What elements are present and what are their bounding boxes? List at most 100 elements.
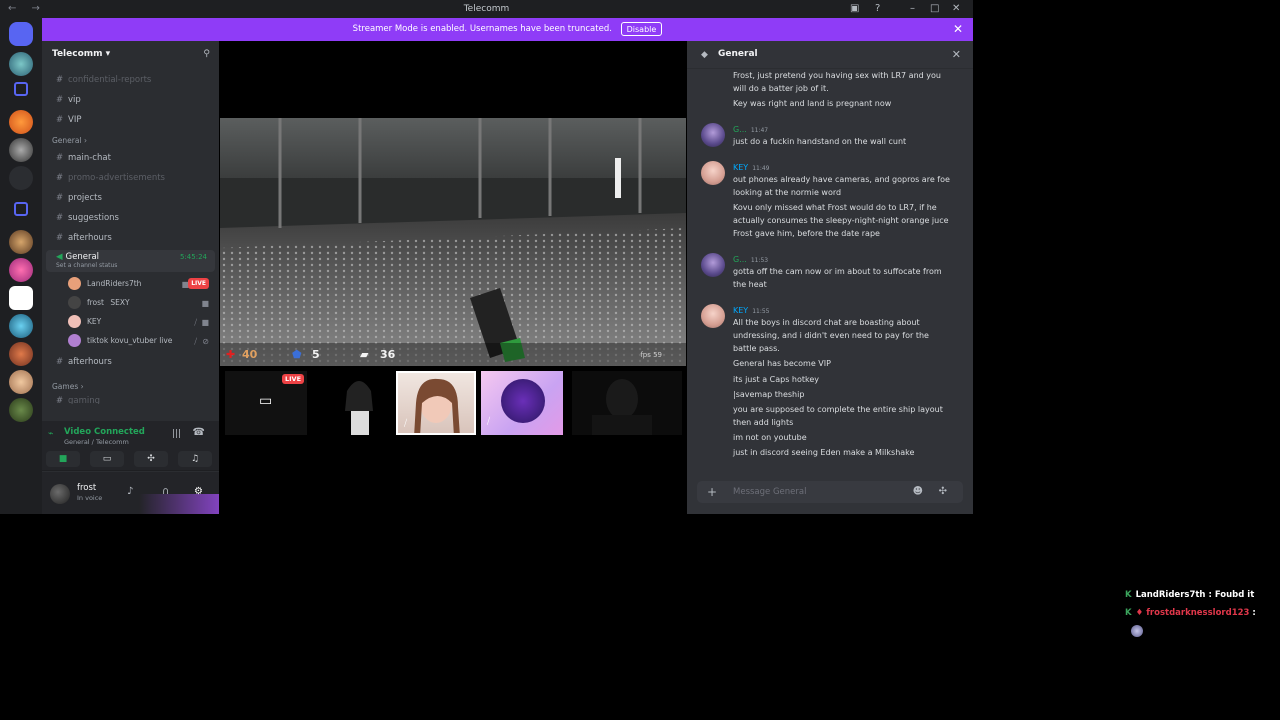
- live-badge: LIVE: [188, 278, 209, 289]
- voice-connection-panel: ⌁ Video Connected General / Telecomm |||…: [42, 421, 219, 471]
- channel-promo-advertisements[interactable]: # promo-advertisements: [42, 168, 219, 188]
- message-line: Frost, just pretend you having sex with …: [733, 71, 941, 93]
- channel-gaming[interactable]: # gaming: [42, 394, 219, 404]
- server-icon[interactable]: [9, 286, 33, 310]
- chevron-down-icon: ▾: [105, 49, 111, 59]
- voice-channel-general[interactable]: ◀ General 5:45:24 Set a channel status: [46, 250, 215, 272]
- category-games[interactable]: Games ›: [42, 376, 219, 394]
- channel-status-hint[interactable]: Set a channel status: [56, 262, 205, 269]
- activities-button[interactable]: ✣: [134, 451, 168, 467]
- close-chat-icon[interactable]: ✕: [952, 48, 961, 61]
- channel-vip[interactable]: # vip: [42, 90, 219, 110]
- author-name: KEY: [733, 163, 749, 172]
- message-author[interactable]: G... 11:53: [733, 255, 768, 264]
- help-icon[interactable]: ?: [875, 3, 880, 14]
- voice-status: Video Connected: [64, 427, 145, 437]
- disconnect-icon[interactable]: ☎: [193, 427, 205, 438]
- overlay-text: Foubd it: [1214, 590, 1255, 600]
- close-window-icon[interactable]: ✕: [952, 3, 960, 14]
- voice-user[interactable]: KEY ⧸ ■: [42, 312, 219, 331]
- add-member-icon[interactable]: ⚲: [203, 49, 210, 59]
- video-tile[interactable]: ⧸: [396, 371, 476, 435]
- ammo-icon: ▰: [360, 348, 369, 361]
- category-label: General: [52, 136, 82, 145]
- muted-mic-icon: ⧸: [404, 419, 408, 429]
- screen-share-button[interactable]: ▭: [90, 451, 124, 467]
- message-line: Key was right and land is pregnant now: [733, 99, 892, 108]
- channel-label: VIP: [68, 115, 82, 125]
- server-icon[interactable]: [9, 398, 33, 422]
- avatar[interactable]: [701, 253, 725, 277]
- message-author[interactable]: KEY 11:49: [733, 163, 769, 172]
- channel-vip-upper[interactable]: # VIP: [42, 110, 219, 130]
- headphones-icon[interactable]: ∩: [162, 486, 169, 497]
- server-icon[interactable]: [9, 110, 33, 134]
- folder-icon[interactable]: [14, 202, 28, 216]
- soundboard-button[interactable]: ♫: [178, 451, 212, 467]
- avatar[interactable]: [701, 161, 725, 185]
- hash-icon: #: [56, 153, 64, 163]
- channel-sidebar: Telecomm ▾ ⚲ # confidential-reports # vip …: [42, 41, 219, 514]
- stream-tile[interactable]: LIVE ▭: [225, 371, 307, 435]
- noise-suppression-icon[interactable]: |||: [172, 429, 181, 439]
- message-author[interactable]: G... 11:47: [733, 125, 768, 134]
- minimize-icon[interactable]: –: [910, 3, 915, 14]
- channel-afterhours-2[interactable]: # afterhours: [42, 352, 219, 372]
- signal-icon[interactable]: ⌁: [48, 429, 53, 439]
- maximize-icon[interactable]: □: [930, 3, 939, 14]
- avatar[interactable]: [50, 484, 70, 504]
- window-title: Telecomm: [463, 4, 510, 14]
- server-icon[interactable]: [9, 52, 33, 76]
- inbox-icon[interactable]: ▣: [850, 3, 859, 14]
- avatar[interactable]: [701, 123, 725, 147]
- avatar[interactable]: [701, 304, 725, 328]
- message-author[interactable]: KEY 11:55: [733, 306, 769, 315]
- screen-share-view[interactable]: ✚ 40 ⬟ 5 ▰ 36 fps 59: [220, 118, 686, 366]
- author-name: G...: [733, 255, 747, 264]
- voice-user[interactable]: tiktok kovu_vtuber live ⧸ ⊘: [42, 331, 219, 350]
- server-icon[interactable]: [9, 342, 33, 366]
- disable-streamer-mode-button[interactable]: Disable: [620, 21, 663, 36]
- video-icon: ■: [201, 299, 209, 308]
- attach-icon[interactable]: +: [707, 481, 717, 503]
- server-icon[interactable]: [9, 230, 33, 254]
- server-icon[interactable]: [9, 370, 33, 394]
- message-line: just do a fuckin handstand on the wall c…: [733, 137, 907, 146]
- server-icon[interactable]: [9, 314, 33, 338]
- server-header[interactable]: Telecomm ▾ ⚲: [42, 41, 219, 69]
- speaker-icon: ◀: [56, 252, 63, 262]
- server-icon[interactable]: [9, 138, 33, 162]
- voice-user[interactable]: LandRiders7th ■ LIVE: [42, 274, 219, 293]
- message-line: |savemap theship: [733, 390, 805, 399]
- server-icon[interactable]: [9, 166, 33, 190]
- video-tile[interactable]: [329, 371, 395, 435]
- video-tile[interactable]: ⧸: [481, 371, 563, 435]
- message-input[interactable]: + Message General ☻ ✣: [697, 481, 963, 503]
- channel-afterhours[interactable]: # afterhours: [42, 228, 219, 248]
- channel-label: main-chat: [68, 153, 111, 163]
- emoji-icon[interactable]: ☻: [913, 481, 923, 503]
- microphone-icon[interactable]: ♪: [127, 486, 133, 497]
- video-stage: ✚ 40 ⬟ 5 ▰ 36 fps 59 LIVE ▭ ⧸ ⧸: [219, 41, 687, 514]
- live-badge: LIVE: [282, 374, 305, 384]
- sexy-tag: SEXY: [110, 298, 130, 307]
- video-tile[interactable]: [572, 371, 682, 435]
- camera-button[interactable]: ■: [46, 451, 80, 467]
- apps-icon[interactable]: ✣: [939, 481, 947, 503]
- voice-location[interactable]: General / Telecomm: [64, 438, 129, 446]
- server-name: Telecomm: [52, 49, 103, 59]
- home-icon[interactable]: [9, 22, 33, 46]
- channel-confidential-reports[interactable]: # confidential-reports: [42, 70, 219, 90]
- channel-suggestions[interactable]: # suggestions: [42, 208, 219, 228]
- folder-icon[interactable]: [14, 82, 28, 96]
- close-banner-icon[interactable]: ✕: [953, 18, 963, 41]
- channel-projects[interactable]: # projects: [42, 188, 219, 208]
- voice-user[interactable]: frost SEXY ■: [42, 293, 219, 312]
- channel-main-chat[interactable]: # main-chat: [42, 148, 219, 168]
- gear-icon[interactable]: ⚙: [194, 486, 203, 497]
- banner-text: Streamer Mode is enabled. Usernames have…: [352, 24, 612, 34]
- thread-icon: ◆: [701, 50, 708, 60]
- category-general[interactable]: General ›: [42, 130, 219, 148]
- health-value: 40: [242, 348, 258, 361]
- server-icon[interactable]: [9, 258, 33, 282]
